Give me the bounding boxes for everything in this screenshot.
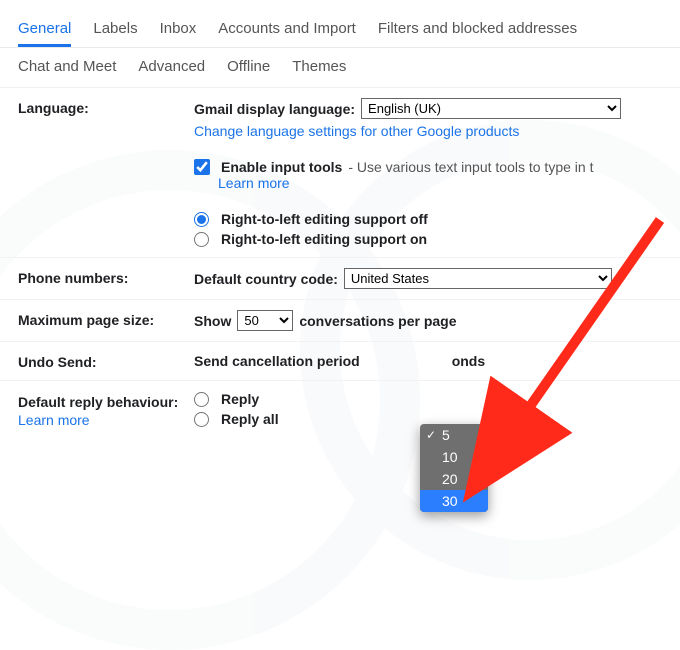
link-change-language[interactable]: Change language settings for other Googl… — [194, 123, 662, 139]
tab-advanced[interactable]: Advanced — [138, 58, 205, 75]
radio-rtl-off[interactable] — [194, 212, 209, 227]
settings-body: Language: Gmail display language: Englis… — [0, 88, 680, 439]
tab-general[interactable]: General — [18, 14, 71, 47]
label-default-reply: Default reply behaviour: Learn more — [18, 391, 194, 429]
label-rtl-off: Right-to-left editing support off — [221, 211, 428, 227]
select-country-code[interactable]: United States — [344, 268, 612, 289]
undo-option-30[interactable]: 30 — [420, 490, 488, 512]
link-input-tools-learn-more[interactable]: Learn more — [218, 175, 662, 191]
select-page-size[interactable]: 50 — [237, 310, 293, 331]
radio-reply[interactable] — [194, 392, 209, 407]
label-phone-numbers: Phone numbers: — [18, 268, 194, 289]
row-language: Language: Gmail display language: Englis… — [0, 88, 680, 258]
undo-option-20[interactable]: 20 — [420, 468, 488, 490]
settings-tabs-row-2: Chat and Meet Advanced Offline Themes — [0, 48, 680, 88]
settings-tabs-row-1: General Labels Inbox Accounts and Import… — [0, 0, 680, 48]
label-conv-per-page: conversations per page — [299, 313, 456, 329]
label-default-country-code: Default country code: — [194, 271, 338, 287]
label-reply-all: Reply all — [221, 411, 279, 427]
label-undo-send: Undo Send: — [18, 352, 194, 370]
radio-reply-all[interactable] — [194, 412, 209, 427]
desc-input-tools: - Use various text input tools to type i… — [348, 159, 593, 175]
checkbox-enable-input-tools[interactable] — [194, 159, 210, 175]
undo-send-dropdown[interactable]: 5 10 20 30 — [420, 424, 488, 512]
label-language: Language: — [18, 98, 194, 247]
tab-themes[interactable]: Themes — [292, 58, 346, 75]
undo-option-5[interactable]: 5 — [420, 424, 488, 446]
label-rtl-on: Right-to-left editing support on — [221, 231, 427, 247]
tab-offline[interactable]: Offline — [227, 58, 270, 75]
tab-inbox[interactable]: Inbox — [160, 14, 197, 47]
label-reply: Reply — [221, 391, 259, 407]
label-page-size: Maximum page size: — [18, 310, 194, 331]
radio-rtl-on[interactable] — [194, 232, 209, 247]
label-cancel-suffix: onds — [452, 353, 485, 369]
row-default-reply: Default reply behaviour: Learn more Repl… — [0, 381, 680, 439]
row-phone-numbers: Phone numbers: Default country code: Uni… — [0, 258, 680, 300]
tab-chat-meet[interactable]: Chat and Meet — [18, 58, 116, 75]
tab-accounts-import[interactable]: Accounts and Import — [218, 14, 356, 47]
tab-filters-blocked[interactable]: Filters and blocked addresses — [378, 14, 577, 47]
row-page-size: Maximum page size: Show 50 conversations… — [0, 300, 680, 342]
tab-labels[interactable]: Labels — [93, 14, 137, 47]
link-reply-learn-more[interactable]: Learn more — [18, 412, 90, 428]
label-cancel-prefix: Send cancellation period — [194, 353, 360, 369]
row-undo-send: Undo Send: Send cancellation period onds — [0, 342, 680, 381]
label-show: Show — [194, 313, 231, 329]
label-enable-input-tools: Enable input tools — [221, 159, 342, 175]
label-display-language: Gmail display language: — [194, 101, 355, 117]
select-display-language[interactable]: English (UK) — [361, 98, 621, 119]
undo-option-10[interactable]: 10 — [420, 446, 488, 468]
